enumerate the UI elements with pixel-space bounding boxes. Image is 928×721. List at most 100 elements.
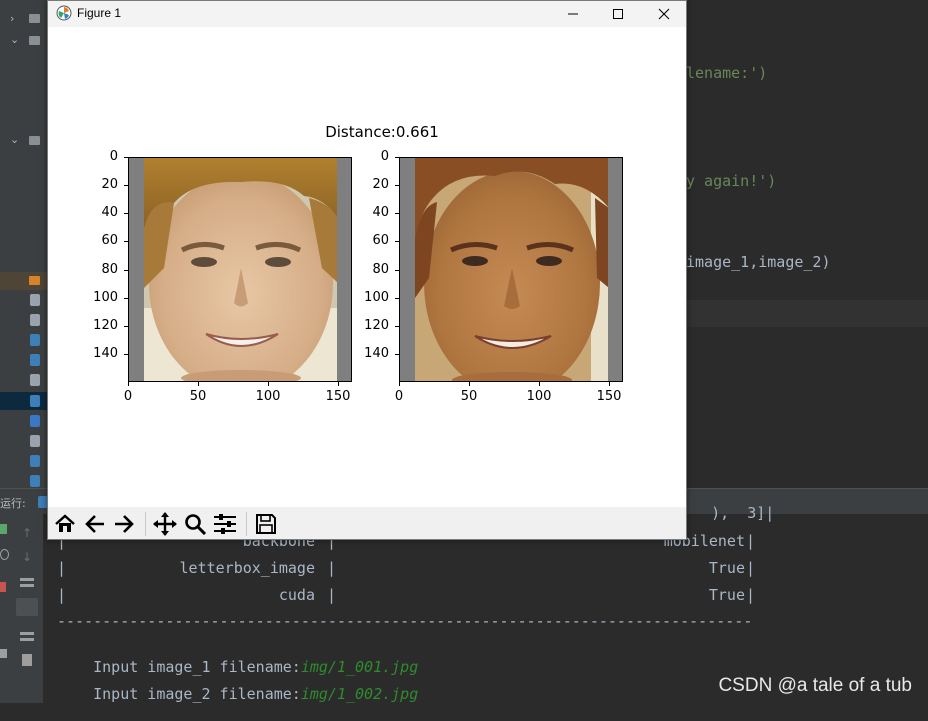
- home-button[interactable]: [52, 511, 78, 537]
- code-arg: image_1: [686, 253, 750, 271]
- soft-wrap-icon[interactable]: [20, 578, 34, 581]
- python-file-icon: [30, 395, 40, 407]
- soft-wrap-icon-line: [20, 584, 34, 587]
- input-prompt: Input image_2 filename:: [93, 685, 301, 703]
- table-value: True: [708, 559, 745, 577]
- forward-button[interactable]: [111, 511, 137, 537]
- pin-icon[interactable]: [0, 649, 7, 658]
- y-tick-label: 140: [93, 345, 118, 361]
- x-tick-label: 150: [325, 389, 351, 404]
- y-tick-label: 60: [101, 233, 118, 249]
- code-editor[interactable]: lename:') y again!') image_1,image_2): [686, 0, 928, 327]
- y-tick-label: 0: [109, 149, 118, 164]
- x-tick-label: 100: [526, 389, 552, 404]
- y-tick-label: 100: [364, 289, 389, 305]
- y-tick-mark: [395, 353, 399, 355]
- y-tick-label: 80: [372, 261, 389, 277]
- figure-window: Figure 1 Distance:0.661 0 20 40 60 80 10…: [47, 0, 687, 540]
- trash-icon[interactable]: [22, 654, 32, 666]
- image-padding: [129, 158, 145, 381]
- save-button[interactable]: [253, 511, 279, 537]
- y-tick-label: 120: [93, 317, 118, 333]
- back-button[interactable]: [82, 511, 108, 537]
- python-file-icon: [30, 354, 40, 366]
- y-tick-mark: [395, 213, 399, 215]
- minimize-button[interactable]: [550, 1, 596, 27]
- rerun-icon[interactable]: [0, 524, 7, 534]
- up-arrow-icon[interactable]: ↑: [22, 526, 32, 540]
- y-tick-mark: [124, 157, 128, 158]
- chevron-down-icon[interactable]: ⌄: [10, 133, 19, 146]
- file-icon: [30, 374, 40, 386]
- y-tick-label: 20: [101, 177, 118, 193]
- pan-icon: [153, 512, 177, 536]
- x-tick-mark: [399, 382, 400, 386]
- pan-button[interactable]: [152, 511, 178, 537]
- x-tick-label: 50: [460, 389, 478, 404]
- print-icon[interactable]: [20, 632, 34, 635]
- matplotlib-logo-icon: [56, 5, 72, 21]
- y-tick-mark: [395, 185, 399, 187]
- code-arg: ,image_2): [749, 253, 831, 271]
- chevron-down-icon[interactable]: ⌄: [10, 33, 19, 46]
- y-tick-label: 80: [101, 261, 118, 277]
- chevron-right-icon[interactable]: ›: [10, 12, 14, 25]
- maximize-button[interactable]: [595, 1, 641, 27]
- y-tick-label: 0: [380, 149, 389, 164]
- configure-subplots-icon: [214, 514, 236, 534]
- title-bar[interactable]: Figure 1: [48, 1, 686, 27]
- zoom-button[interactable]: [182, 511, 208, 537]
- y-tick-mark: [124, 353, 128, 355]
- input-line: Input image_2 filename:img/1_002.jpg: [57, 667, 418, 721]
- window-title: Figure 1: [77, 6, 122, 20]
- image-padding: [608, 158, 622, 381]
- code-string: y again!'): [686, 172, 777, 190]
- toolbar-separator: [246, 512, 247, 536]
- y-tick-mark: [395, 269, 399, 271]
- configure-subplots-button[interactable]: [212, 511, 238, 537]
- x-tick-mark: [268, 382, 269, 386]
- toolbar-separator: [145, 512, 146, 536]
- table-border: |: [746, 559, 756, 577]
- image-axes-2: [399, 157, 623, 382]
- y-tick-mark: [124, 269, 128, 271]
- stop-icon[interactable]: [0, 582, 6, 592]
- table-value: True: [708, 586, 745, 604]
- y-tick-label: 120: [364, 317, 389, 333]
- console-fragment: ), 3]|: [684, 504, 775, 522]
- editor-empty-area: [686, 327, 928, 464]
- x-tick-label: 0: [123, 389, 133, 404]
- y-tick-label: 100: [93, 289, 118, 305]
- minimize-icon: [568, 13, 578, 15]
- markdown-file-icon: [30, 415, 40, 427]
- image-axes-1: [128, 157, 352, 382]
- y-tick-mark: [395, 325, 399, 327]
- x-tick-label: 0: [394, 389, 404, 404]
- x-tick-mark: [539, 382, 540, 386]
- tree-row-active[interactable]: [0, 392, 48, 410]
- table-separator: ----------------------------------------…: [57, 612, 753, 630]
- run-toolbar: ↑ ↓: [0, 514, 43, 703]
- figure-canvas[interactable]: Distance:0.661 0 20 40 60 80 100 120 140…: [48, 27, 686, 507]
- folder-icon: [29, 276, 40, 285]
- x-tick-mark: [338, 382, 339, 386]
- down-arrow-icon[interactable]: ↓: [22, 550, 32, 564]
- table-border: |: [746, 586, 756, 604]
- close-icon: [658, 8, 670, 20]
- run-tab-label[interactable]: 运行:: [0, 495, 26, 511]
- scroll-to-end-icon[interactable]: [16, 598, 38, 616]
- file-icon: [30, 314, 40, 326]
- face-image-1: [144, 158, 338, 381]
- close-button[interactable]: [641, 1, 687, 27]
- save-icon: [256, 514, 276, 534]
- face-image-2: [415, 158, 609, 381]
- x-tick-mark: [198, 382, 199, 386]
- python-file-icon: [30, 455, 40, 467]
- forward-arrow-icon: [115, 515, 134, 533]
- zoom-icon: [185, 514, 206, 535]
- figure-title: Distance:0.661: [325, 123, 439, 141]
- current-line-highlight: [686, 300, 928, 327]
- wrench-icon[interactable]: [0, 549, 9, 560]
- tree-row-selected[interactable]: [0, 272, 48, 290]
- x-tick-mark: [609, 382, 610, 386]
